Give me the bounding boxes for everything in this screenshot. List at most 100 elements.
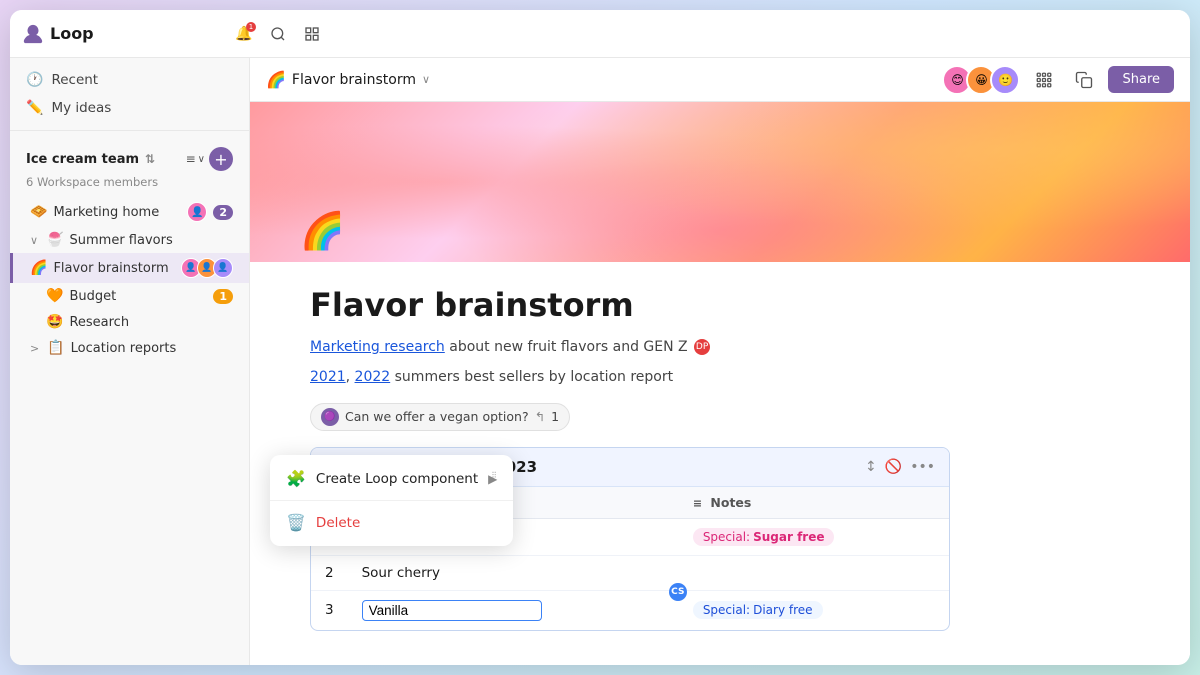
row-3-tag-value: Diary free (753, 603, 812, 617)
notes-col-icon: ≡ (693, 497, 702, 510)
sidebar-item-flavor-brainstorm[interactable]: 🌈 Flavor brainstorm 👤 👤 👤 (10, 253, 249, 283)
more-icon[interactable]: ••• (910, 459, 935, 475)
workspace-actions: ≡ ∨ + (186, 147, 233, 171)
research-label: Research (69, 315, 233, 330)
budget-badge: 1 (213, 289, 233, 304)
year-2021-link[interactable]: 2021 (310, 369, 346, 385)
year-2022-link[interactable]: 2022 (355, 369, 391, 385)
workspace-name: Ice cream team (26, 152, 139, 167)
edit-cursor: DP (694, 339, 710, 355)
copy-button[interactable] (1068, 64, 1100, 96)
main-content: 🕐 Recent ✏️ My ideas Ice cream team ⇅ ≡ … (10, 58, 1190, 665)
sidebar-item-my-ideas[interactable]: ✏️ My ideas (10, 94, 249, 122)
sidebar: 🕐 Recent ✏️ My ideas Ice cream team ⇅ ≡ … (10, 58, 250, 665)
location-reports-collapse: > (30, 342, 39, 355)
row-3-tag-label: Special: (703, 603, 750, 617)
sidebar-item-research[interactable]: 🤩 Research (10, 309, 249, 335)
summer-flavors-collapse: ∨ (30, 234, 38, 247)
table-row: 2 Sour cherry (311, 555, 949, 590)
context-divider (270, 500, 513, 501)
share-button[interactable]: Share (1108, 66, 1174, 93)
comment-reply-icon: ↰ (535, 409, 545, 424)
location-reports-icon: 📋 (47, 340, 64, 356)
filter-icon: ≡ (186, 152, 196, 166)
sidebar-item-location-reports[interactable]: > 📋 Location reports (10, 335, 249, 361)
row-1-tag-label: Special: (703, 530, 750, 544)
context-menu-item-delete[interactable]: 🗑️ Delete (270, 505, 513, 540)
sort-icon[interactable]: ↕ (865, 459, 877, 475)
doc-text-1: about new fruit flavors and GEN Z (449, 339, 687, 355)
marketing-home-avatars: 👤 (187, 202, 207, 222)
comment-text: Can we offer a vegan option? (345, 409, 529, 424)
header-avatars: 😊 😀 🙂 (942, 65, 1020, 95)
delete-icon: 🗑️ (286, 513, 306, 532)
workspace-subtitle: 6 Workspace members (10, 175, 249, 197)
logo-area: Loop (22, 23, 222, 45)
fb-avatar-3: 👤 (213, 258, 233, 278)
sidebar-item-marketing-home[interactable]: 🧇 Marketing home 👤 2 (10, 197, 249, 227)
breadcrumb: 🌈 Flavor brainstorm ∨ (266, 70, 430, 89)
budget-icon: 🧡 (46, 288, 63, 304)
flavor-brainstorm-icon: 🌈 (30, 260, 47, 276)
context-menu-item-create-loop[interactable]: 🧩 Create Loop component ▶ (270, 461, 513, 496)
comment-reply-count: 1 (551, 409, 559, 424)
document-area: 🌈 Flavor brainstorm Marketing research a… (250, 102, 1190, 665)
row-2-num: 2 (311, 555, 348, 590)
workspace-title: Ice cream team ⇅ (26, 152, 155, 167)
layout-button[interactable] (298, 20, 326, 48)
hero-shapes (250, 102, 1190, 262)
header-avatar-3: 🙂 (990, 65, 1020, 95)
sidebar-item-summer-flavors[interactable]: ∨ 🍧 Summer flavors (10, 227, 249, 253)
my-ideas-icon: ✏️ (26, 100, 43, 116)
my-ideas-label: My ideas (51, 100, 111, 116)
hero-banner: 🌈 (250, 102, 1190, 262)
breadcrumb-chevron[interactable]: ∨ (422, 73, 430, 86)
drag-handle[interactable]: ⠿ (488, 455, 500, 495)
apps-button[interactable] (1028, 64, 1060, 96)
flavor-brainstorm-avatars: 👤 👤 👤 (181, 258, 233, 278)
loop-logo-icon (22, 23, 44, 45)
notification-badge: 1 (246, 22, 256, 32)
location-reports-label: Location reports (71, 341, 233, 356)
marketing-home-badge: 2 (213, 205, 233, 220)
delete-label: Delete (316, 515, 360, 531)
marketing-home-icon: 🧇 (30, 204, 47, 220)
notes-col-label: Notes (710, 495, 751, 510)
table-row: 3 CS Special: Diary free (311, 590, 949, 630)
vanilla-input[interactable] (362, 600, 542, 621)
create-loop-label: Create Loop component (316, 471, 478, 487)
flavor-brainstorm-label: Flavor brainstorm (53, 261, 175, 276)
doc-links-line1: Marketing research about new fruit flavo… (310, 336, 1130, 358)
search-button[interactable] (264, 20, 292, 48)
row-3-note: Special: Diary free (679, 590, 949, 630)
workspace-header: Ice cream team ⇅ ≡ ∨ + (10, 139, 249, 175)
row-2-flavor[interactable]: Sour cherry (348, 555, 679, 590)
breadcrumb-title: Flavor brainstorm (292, 72, 416, 88)
row-1-tag-value: Sugar free (753, 530, 824, 544)
content-header: 🌈 Flavor brainstorm ∨ 😊 😀 🙂 (250, 58, 1190, 102)
filter-button[interactable]: ≡ ∨ (186, 152, 205, 166)
add-button[interactable]: + (209, 147, 233, 171)
context-menu: 🧩 Create Loop component ▶ 🗑️ Delete (270, 455, 513, 546)
marketing-research-link[interactable]: Marketing research (310, 339, 445, 355)
filter-icon[interactable]: 🚫 (885, 459, 902, 475)
budget-label: Budget (69, 289, 207, 304)
sidebar-item-budget[interactable]: 🧡 Budget 1 (10, 283, 249, 309)
rainbow-emoji: 🌈 (300, 210, 345, 252)
topbar-actions: 🔔 1 (230, 20, 326, 48)
row-3-tag: Special: Diary free (693, 601, 823, 619)
col-notes: ≡ Notes (679, 487, 949, 519)
summer-flavors-icon: 🍧 (46, 232, 63, 248)
table-actions: ↕ 🚫 ••• (865, 459, 935, 475)
sidebar-item-recent[interactable]: 🕐 Recent (10, 66, 249, 94)
doc-title: Flavor brainstorm (310, 286, 1130, 324)
cs-badge: CS (669, 583, 687, 601)
app-window: Loop 🔔 1 🕐 Recent (10, 10, 1190, 665)
research-icon: 🤩 (46, 314, 63, 330)
notification-button[interactable]: 🔔 1 (230, 20, 258, 48)
comment-avatar: 🟣 (321, 408, 339, 426)
main-area: 🌈 Flavor brainstorm ∨ 😊 😀 🙂 (250, 58, 1190, 665)
comment-bubble[interactable]: 🟣 Can we offer a vegan option? ↰ 1 (310, 403, 570, 431)
top-bar: Loop 🔔 1 (10, 10, 1190, 58)
recent-label: Recent (51, 72, 98, 88)
